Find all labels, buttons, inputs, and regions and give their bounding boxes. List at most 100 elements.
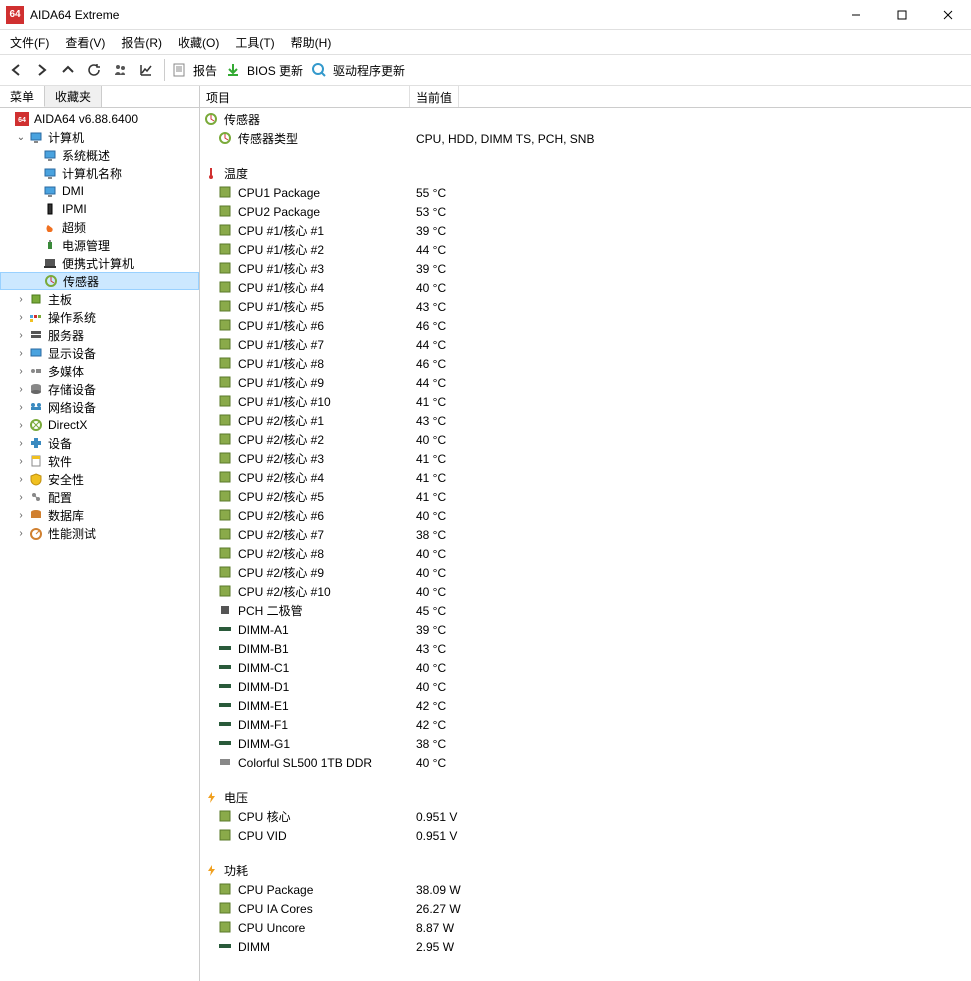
graph-icon[interactable] — [134, 58, 158, 82]
list-row[interactable]: 传感器类型CPU, HDD, DIMM TS, PCH, SNB — [200, 129, 971, 148]
report-button[interactable]: 报告 — [189, 62, 223, 79]
list-row[interactable]: CPU #1/核心 #744 °C — [200, 335, 971, 354]
expand-arrow-icon[interactable]: › — [14, 474, 28, 485]
list-row[interactable]: CPU #2/核心 #341 °C — [200, 449, 971, 468]
bios-update-button[interactable]: BIOS 更新 — [243, 62, 309, 79]
menu-item-2[interactable]: 报告(R) — [115, 32, 168, 53]
list-row[interactable]: CPU #1/核心 #244 °C — [200, 240, 971, 259]
column-item[interactable]: 项目 — [200, 86, 410, 107]
menu-item-3[interactable]: 收藏(O) — [172, 32, 225, 53]
expand-arrow-icon[interactable]: › — [14, 528, 28, 539]
menu-item-0[interactable]: 文件(F) — [4, 32, 55, 53]
expand-arrow-icon[interactable]: › — [14, 456, 28, 467]
tree-computer-child-7[interactable]: 传感器 — [0, 272, 199, 290]
list-row[interactable]: CPU1 Package55 °C — [200, 183, 971, 202]
maximize-button[interactable] — [879, 0, 925, 30]
tree-computer-child-4[interactable]: 超频 — [0, 218, 199, 236]
forward-button[interactable] — [30, 58, 54, 82]
close-button[interactable] — [925, 0, 971, 30]
tree-sibling-9[interactable]: ›软件 — [0, 452, 199, 470]
up-button[interactable] — [56, 58, 80, 82]
list-row[interactable]: CPU #1/核心 #139 °C — [200, 221, 971, 240]
expand-arrow-icon[interactable]: › — [14, 402, 28, 413]
list-row[interactable]: CPU #1/核心 #944 °C — [200, 373, 971, 392]
list-row[interactable]: CPU #2/核心 #240 °C — [200, 430, 971, 449]
expand-arrow-icon[interactable]: › — [14, 420, 28, 431]
list-row[interactable]: CPU #2/核心 #640 °C — [200, 506, 971, 525]
list-row[interactable]: CPU #1/核心 #846 °C — [200, 354, 971, 373]
list-row[interactable]: CPU #1/核心 #646 °C — [200, 316, 971, 335]
list-row[interactable]: CPU #2/核心 #441 °C — [200, 468, 971, 487]
expand-arrow-icon[interactable]: › — [14, 492, 28, 503]
list-row[interactable]: CPU IA Cores26.27 W — [200, 899, 971, 918]
refresh-button[interactable] — [82, 58, 106, 82]
expand-arrow-icon[interactable]: › — [14, 348, 28, 359]
list-row[interactable]: DIMM-G138 °C — [200, 734, 971, 753]
tree-root[interactable]: 64AIDA64 v6.88.6400 — [0, 110, 199, 128]
tab-favorites[interactable]: 收藏夹 — [45, 86, 102, 107]
tree-sibling-1[interactable]: ›操作系统 — [0, 308, 199, 326]
list-row[interactable]: CPU #1/核心 #1041 °C — [200, 392, 971, 411]
expand-arrow-icon[interactable]: › — [14, 312, 28, 323]
list-row[interactable]: CPU #2/核心 #940 °C — [200, 563, 971, 582]
list-row[interactable]: DIMM-D140 °C — [200, 677, 971, 696]
column-value[interactable]: 当前值 — [410, 86, 459, 107]
list-row[interactable]: CPU2 Package53 °C — [200, 202, 971, 221]
back-button[interactable] — [4, 58, 28, 82]
tree-sibling-8[interactable]: ›设备 — [0, 434, 199, 452]
tree-sibling-0[interactable]: ›主板 — [0, 290, 199, 308]
list-row[interactable]: CPU #1/核心 #543 °C — [200, 297, 971, 316]
tree-sibling-13[interactable]: ›性能测试 — [0, 524, 199, 542]
list-row[interactable]: DIMM-E142 °C — [200, 696, 971, 715]
list-row[interactable]: CPU #2/核心 #1040 °C — [200, 582, 971, 601]
expand-arrow-icon[interactable]: ⌄ — [14, 132, 28, 143]
expand-arrow-icon[interactable]: › — [14, 330, 28, 341]
tree-sibling-6[interactable]: ›网络设备 — [0, 398, 199, 416]
tab-menu[interactable]: 菜单 — [0, 86, 45, 107]
navigation-tree[interactable]: 64AIDA64 v6.88.6400⌄计算机系统概述计算机名称DMIIPMI超… — [0, 108, 199, 981]
minimize-button[interactable] — [833, 0, 879, 30]
tree-computer-child-6[interactable]: 便携式计算机 — [0, 254, 199, 272]
list-row[interactable]: DIMM2.95 W — [200, 937, 971, 956]
tree-sibling-7[interactable]: ›DirectX — [0, 416, 199, 434]
list-row[interactable]: DIMM-A139 °C — [200, 620, 971, 639]
list-body[interactable]: 传感器传感器类型CPU, HDD, DIMM TS, PCH, SNB温度CPU… — [200, 108, 971, 981]
tree-computer-child-0[interactable]: 系统概述 — [0, 146, 199, 164]
tree-sibling-5[interactable]: ›存储设备 — [0, 380, 199, 398]
list-row[interactable]: CPU #2/核心 #738 °C — [200, 525, 971, 544]
tree-sibling-3[interactable]: ›显示设备 — [0, 344, 199, 362]
list-row[interactable]: DIMM-F142 °C — [200, 715, 971, 734]
list-row[interactable]: PCH 二极管45 °C — [200, 601, 971, 620]
menu-item-4[interactable]: 工具(T) — [229, 32, 280, 53]
list-row[interactable]: CPU Uncore8.87 W — [200, 918, 971, 937]
expand-arrow-icon[interactable]: › — [14, 366, 28, 377]
expand-arrow-icon[interactable]: › — [14, 510, 28, 521]
list-row[interactable]: CPU Package38.09 W — [200, 880, 971, 899]
expand-arrow-icon[interactable]: › — [14, 438, 28, 449]
list-row[interactable]: DIMM-C140 °C — [200, 658, 971, 677]
list-row[interactable]: CPU VID0.951 V — [200, 826, 971, 845]
tree-sibling-2[interactable]: ›服务器 — [0, 326, 199, 344]
list-row[interactable]: CPU #1/核心 #440 °C — [200, 278, 971, 297]
list-row[interactable]: CPU #2/核心 #840 °C — [200, 544, 971, 563]
list-row[interactable]: CPU #2/核心 #143 °C — [200, 411, 971, 430]
tree-sibling-11[interactable]: ›配置 — [0, 488, 199, 506]
tree-computer-child-2[interactable]: DMI — [0, 182, 199, 200]
tree-computer-child-3[interactable]: IPMI — [0, 200, 199, 218]
menu-item-1[interactable]: 查看(V) — [59, 32, 111, 53]
expand-arrow-icon[interactable]: › — [14, 384, 28, 395]
list-row[interactable]: CPU #1/核心 #339 °C — [200, 259, 971, 278]
driver-update-button[interactable]: 驱动程序更新 — [329, 62, 411, 79]
users-icon[interactable] — [108, 58, 132, 82]
list-row[interactable]: CPU #2/核心 #541 °C — [200, 487, 971, 506]
tree-computer-child-5[interactable]: 电源管理 — [0, 236, 199, 254]
menu-item-5[interactable]: 帮助(H) — [285, 32, 338, 53]
tree-sibling-10[interactable]: ›安全性 — [0, 470, 199, 488]
tree-computer[interactable]: ⌄计算机 — [0, 128, 199, 146]
tree-computer-child-1[interactable]: 计算机名称 — [0, 164, 199, 182]
expand-arrow-icon[interactable]: › — [14, 294, 28, 305]
tree-sibling-4[interactable]: ›多媒体 — [0, 362, 199, 380]
list-row[interactable]: DIMM-B143 °C — [200, 639, 971, 658]
list-row[interactable]: Colorful SL500 1TB DDR40 °C — [200, 753, 971, 772]
tree-sibling-12[interactable]: ›数据库 — [0, 506, 199, 524]
